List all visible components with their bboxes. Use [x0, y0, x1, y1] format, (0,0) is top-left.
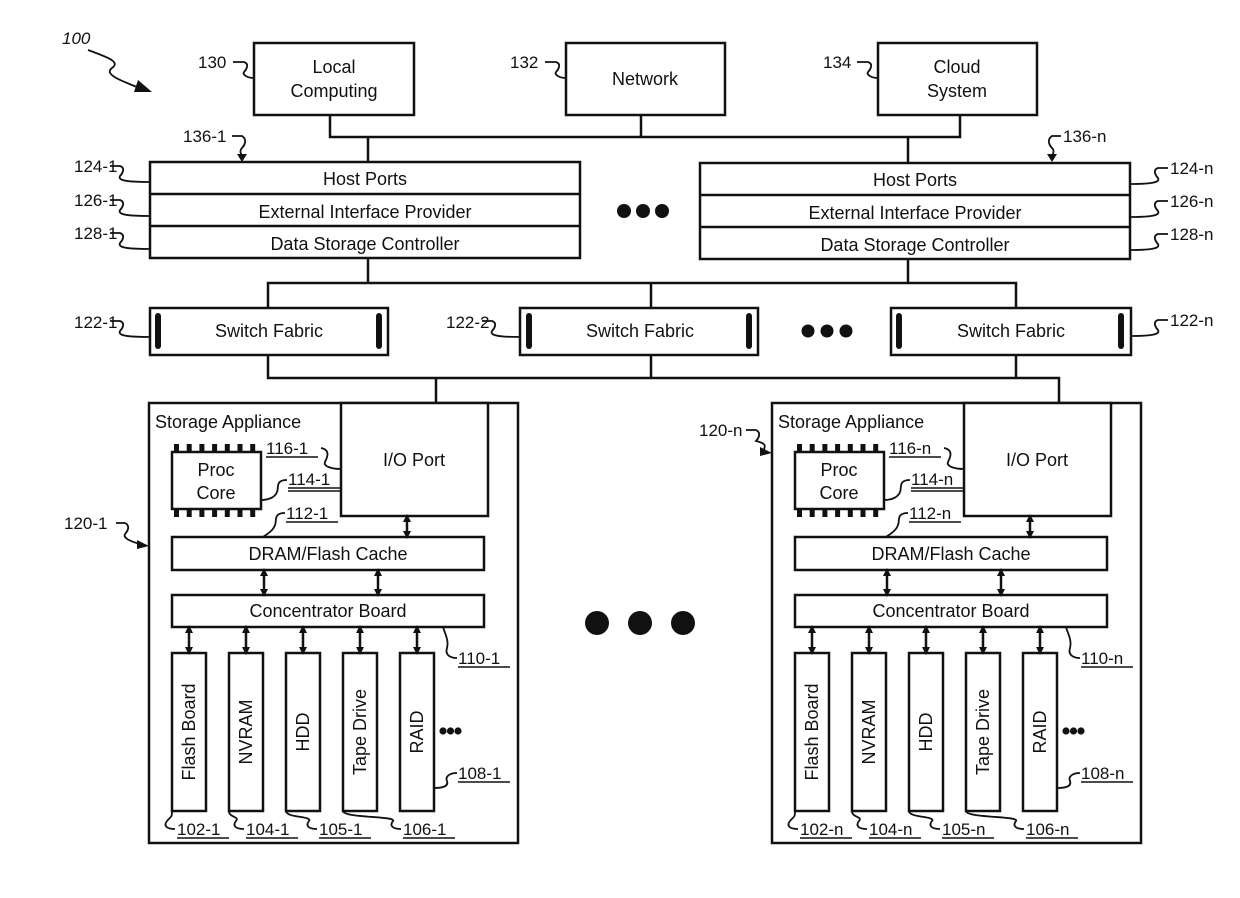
svg-text:Computing: Computing	[290, 81, 377, 101]
appliances-ellipsis	[585, 611, 695, 635]
devices-ellipsis	[439, 727, 462, 735]
device-label: Tape Drive	[350, 689, 370, 775]
ref-label: 104-n	[869, 820, 912, 839]
ref-label: 114-n	[911, 470, 953, 489]
ref-label: 114-1	[288, 470, 330, 489]
data-storage-controller: Data Storage Controller	[820, 235, 1009, 255]
svg-text:Cloud: Cloud	[933, 57, 980, 77]
ref-label: 110-1	[458, 649, 500, 668]
switch-fabric-n: Switch Fabric 122-n	[889, 306, 1213, 357]
external-interface-provider: External Interface Provider	[808, 203, 1021, 223]
ref-label: 105-n	[942, 820, 985, 839]
dram-flash-cache-label: DRAM/Flash Cache	[871, 544, 1030, 564]
top-node-network: Network 132	[510, 41, 727, 117]
svg-text:Switch Fabric: Switch Fabric	[957, 321, 1065, 341]
ref-label: 106-n	[1026, 820, 1069, 839]
ref-label: 136-n	[1063, 127, 1106, 146]
ref-label: 112-1	[286, 504, 328, 523]
device-label: RAID	[1030, 710, 1050, 753]
top-node-cloud-system: Cloud System 134	[823, 41, 1039, 117]
ref-label: 108-n	[1081, 764, 1124, 783]
ref-label: 105-1	[319, 820, 362, 839]
concentrator-board-label: Concentrator Board	[249, 601, 406, 621]
proc-core-chip: Proc Core	[793, 444, 886, 517]
svg-text:Switch Fabric: Switch Fabric	[215, 321, 323, 341]
proc-core-chip: Proc Core	[170, 444, 263, 517]
ref-label: 108-1	[458, 764, 501, 783]
switch-fabric-1: Switch Fabric 122-1	[74, 306, 390, 357]
device-label: Flash Board	[179, 683, 199, 780]
svg-text:Switch Fabric: Switch Fabric	[586, 321, 694, 341]
device-label: RAID	[407, 710, 427, 753]
host-ports: Host Ports	[873, 170, 957, 190]
figure-ref-arrowhead	[134, 80, 152, 92]
ref-label: 132	[510, 53, 538, 72]
top-node-local-computing: Local Computing 130	[198, 41, 416, 117]
appliance-title: Storage Appliance	[155, 412, 301, 432]
proc-core-label: Proc	[197, 460, 234, 480]
devices-ellipsis	[1062, 727, 1085, 735]
device-label: Tape Drive	[973, 689, 993, 775]
svg-text:Local: Local	[312, 57, 355, 77]
ref-label: 102-1	[177, 820, 220, 839]
figure-ref-arrow	[87, 49, 146, 91]
ref-label: 112-n	[909, 504, 951, 523]
device-label: Flash Board	[802, 683, 822, 780]
ref-label: 134	[823, 53, 851, 72]
ref-label: 136-1	[183, 127, 226, 146]
data-storage-controller: Data Storage Controller	[270, 234, 459, 254]
storage-appliance-n: Storage Appliance I/O Port Proc Core 116-n 11…	[699, 401, 1143, 845]
switch-fabric-2: Switch Fabric 122-2	[446, 306, 760, 357]
ref-label: 116-1	[266, 439, 308, 458]
svg-text:System: System	[927, 81, 987, 101]
controllers-ellipsis	[617, 204, 669, 218]
io-port-label: I/O Port	[1006, 450, 1068, 470]
ref-label: 122-2	[446, 313, 489, 332]
svg-text:Network: Network	[612, 69, 679, 89]
top-bus	[328, 115, 962, 139]
external-interface-provider: External Interface Provider	[258, 202, 471, 222]
upper-switch-bus	[266, 281, 1018, 308]
concentrator-board-label: Concentrator Board	[872, 601, 1029, 621]
dram-flash-cache-label: DRAM/Flash Cache	[248, 544, 407, 564]
controller-1: Host Ports External Interface Provider D…	[74, 127, 582, 260]
ref-label: 102-n	[800, 820, 843, 839]
host-ports: Host Ports	[323, 169, 407, 189]
ref-label: 122-n	[1170, 311, 1213, 330]
appliance-ref: 120-1	[64, 514, 149, 549]
device-label: HDD	[916, 713, 936, 752]
device-label: HDD	[293, 713, 313, 752]
device-label: NVRAM	[236, 699, 256, 764]
ref-label: 104-1	[246, 820, 289, 839]
ref-label: 116-n	[889, 439, 931, 458]
switch-fabrics-ellipsis	[801, 324, 853, 338]
ref-label: 126-n	[1170, 192, 1213, 211]
lower-switch-bus	[266, 355, 1061, 403]
ref-label: 120-1	[64, 514, 107, 533]
controller-n: Host Ports External Interface Provider D…	[698, 127, 1213, 261]
ref-label: 120-n	[699, 421, 742, 440]
ref-label: 124-n	[1170, 159, 1213, 178]
ref-label: 122-1	[74, 313, 117, 332]
storage-appliance-1: Storage Appliance I/O Port Proc Core 116-1 11…	[64, 401, 520, 845]
storage-system-diagram: 100 Local Computing 130 Network 132 Clou…	[62, 29, 1213, 845]
appliance-ref: 120-n	[699, 421, 772, 456]
ref-label: 128-n	[1170, 225, 1213, 244]
ref-label: 106-1	[403, 820, 446, 839]
io-port-label: I/O Port	[383, 450, 445, 470]
proc-core-label: Proc	[820, 460, 857, 480]
ref-label: 110-n	[1081, 649, 1123, 668]
appliance-title: Storage Appliance	[778, 412, 924, 432]
device-label: NVRAM	[859, 699, 879, 764]
proc-core-label: Core	[819, 483, 858, 503]
proc-core-label: Core	[196, 483, 235, 503]
ref-label: 130	[198, 53, 226, 72]
figure-ref: 100	[62, 29, 91, 48]
